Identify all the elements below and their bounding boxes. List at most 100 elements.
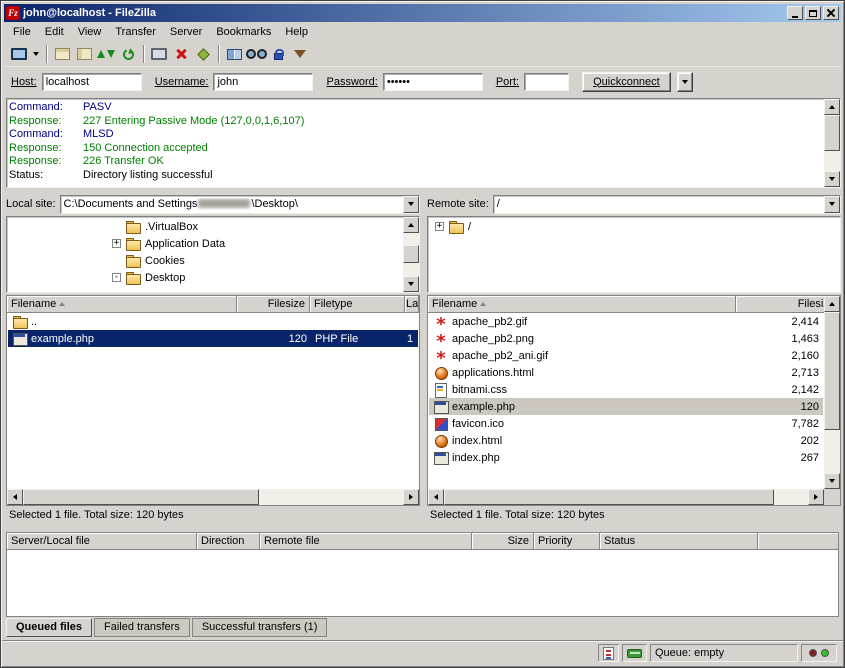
queue-column-header[interactable]: Status xyxy=(600,533,758,550)
column-header[interactable]: Filesize xyxy=(237,296,310,313)
tree-item[interactable]: .VirtualBox xyxy=(8,218,402,235)
file-row[interactable]: apache_pb2.png 1,463 xyxy=(429,330,823,347)
tree-item[interactable]: + Application Data xyxy=(8,235,402,252)
toggle-transfer-queue-button[interactable] xyxy=(95,44,117,65)
disconnect-button[interactable] xyxy=(192,44,214,65)
toggle-message-log-button[interactable] xyxy=(51,44,73,65)
scroll-down-button[interactable] xyxy=(824,171,840,187)
remote-site-dropdown[interactable] xyxy=(824,196,840,213)
tree-item[interactable]: + / xyxy=(429,218,839,235)
scroll-up-button[interactable] xyxy=(403,217,419,233)
filter-button[interactable] xyxy=(289,44,311,65)
close-icon xyxy=(827,9,835,17)
tree-item[interactable]: - Desktop xyxy=(8,269,402,286)
file-row[interactable]: index.php 267 xyxy=(429,449,823,466)
file-row[interactable]: .. xyxy=(8,313,418,330)
queue-column-header[interactable]: Remote file xyxy=(260,533,472,550)
menu-item[interactable]: Help xyxy=(278,23,315,41)
quickconnect-dropdown[interactable] xyxy=(677,72,693,92)
synchronized-browsing-button[interactable] xyxy=(267,44,289,65)
scroll-right-button[interactable] xyxy=(808,489,824,505)
file-row[interactable]: bitnami.css 2,142 xyxy=(429,381,823,398)
remote-pane-status: Selected 1 file. Total size: 120 bytes xyxy=(427,507,841,523)
port-label: Port: xyxy=(496,76,519,88)
scroll-thumb[interactable] xyxy=(824,115,840,151)
folder-icon xyxy=(125,254,141,267)
file-row[interactable]: index.html 202 xyxy=(429,432,823,449)
menu-item[interactable]: View xyxy=(71,23,109,41)
minimize-button[interactable] xyxy=(787,6,803,20)
column-header[interactable]: Filename xyxy=(7,296,237,313)
pane-splitter[interactable] xyxy=(420,194,427,523)
toggle-directory-trees-button[interactable] xyxy=(73,44,95,65)
port-input[interactable] xyxy=(524,73,569,91)
tree-expander[interactable]: + xyxy=(112,239,121,248)
separator xyxy=(46,45,47,63)
site-manager-dropdown[interactable] xyxy=(30,44,42,65)
cancel-button[interactable] xyxy=(170,44,192,65)
maximize-button[interactable] xyxy=(805,6,821,20)
local-site-dropdown[interactable] xyxy=(403,196,419,213)
tree-expander[interactable]: + xyxy=(435,222,444,231)
queue-column-header[interactable]: Server/Local file xyxy=(7,533,197,550)
password-input[interactable] xyxy=(383,73,483,91)
file-row[interactable]: apache_pb2.gif 2,414 xyxy=(429,313,823,330)
column-header[interactable]: Filename xyxy=(428,296,736,313)
menu-item[interactable]: Transfer xyxy=(108,23,163,41)
tree-expander[interactable]: - xyxy=(112,273,121,282)
scroll-thumb[interactable] xyxy=(444,489,774,505)
process-queue-button[interactable] xyxy=(148,44,170,65)
column-header[interactable]: Filetype xyxy=(310,296,405,313)
remote-vertical-scrollbar[interactable] xyxy=(824,296,840,489)
menu-item[interactable]: Server xyxy=(163,23,209,41)
file-name: index.html xyxy=(452,435,502,447)
scroll-thumb[interactable] xyxy=(23,489,259,505)
tree-item[interactable]: Cookies xyxy=(8,252,402,269)
file-row[interactable]: applications.html 2,713 xyxy=(429,364,823,381)
menu-item[interactable]: File xyxy=(6,23,38,41)
scroll-thumb[interactable] xyxy=(403,245,419,263)
scroll-up-button[interactable] xyxy=(824,99,840,115)
quickconnect-button[interactable]: Quickconnect xyxy=(582,72,671,92)
queue-tab[interactable]: Successful transfers (1) xyxy=(192,618,328,637)
local-horizontal-scrollbar[interactable] xyxy=(7,489,419,505)
menu-item[interactable]: Edit xyxy=(38,23,71,41)
scroll-thumb[interactable] xyxy=(824,312,840,430)
scroll-left-button[interactable] xyxy=(7,489,23,505)
remote-site-combo[interactable]: / xyxy=(493,195,841,214)
queue-column-header[interactable]: Priority xyxy=(534,533,600,550)
message-log: Command:PASV Response:227 Entering Passi… xyxy=(6,98,841,188)
scroll-right-button[interactable] xyxy=(403,489,419,505)
host-input[interactable] xyxy=(42,73,142,91)
close-button[interactable] xyxy=(823,6,839,20)
file-row[interactable]: apache_pb2_ani.gif 2,160 xyxy=(429,347,823,364)
refresh-button[interactable] xyxy=(117,44,139,65)
file-size: 267 xyxy=(719,449,823,466)
log-scrollbar[interactable] xyxy=(824,99,840,187)
file-row[interactable]: example.php 120 xyxy=(429,398,823,415)
chevron-down-icon xyxy=(682,80,688,84)
remote-horizontal-scrollbar[interactable] xyxy=(428,489,824,505)
file-row[interactable]: favicon.ico 7,782 xyxy=(429,415,823,432)
file-size: 2,414 xyxy=(719,313,823,330)
local-tree-scrollbar[interactable] xyxy=(403,217,419,292)
local-site-combo[interactable]: C:\Documents and Settings\Desktop\ xyxy=(60,195,420,214)
queue-tab[interactable]: Queued files xyxy=(6,618,92,637)
transfer-queue-body xyxy=(8,550,837,615)
find-files-button[interactable] xyxy=(245,44,267,65)
menu-item[interactable]: Bookmarks xyxy=(209,23,278,41)
directory-comparison-button[interactable] xyxy=(223,44,245,65)
column-header[interactable]: Last modified xyxy=(405,296,419,313)
title-bar[interactable]: Fz john@localhost - FileZilla xyxy=(4,4,841,22)
file-row[interactable]: example.php 120 PHP File 1 xyxy=(8,330,418,347)
scroll-down-button[interactable] xyxy=(403,276,419,292)
site-manager-button[interactable] xyxy=(8,44,30,65)
queue-tab[interactable]: Failed transfers xyxy=(94,618,190,637)
queue-column-header[interactable]: Direction xyxy=(197,533,260,550)
scroll-up-button[interactable] xyxy=(824,296,840,312)
column-header-label: Filename xyxy=(11,298,56,310)
queue-column-header[interactable]: Size xyxy=(472,533,534,550)
username-input[interactable] xyxy=(213,73,313,91)
scroll-left-button[interactable] xyxy=(428,489,444,505)
scroll-down-button[interactable] xyxy=(824,473,840,489)
